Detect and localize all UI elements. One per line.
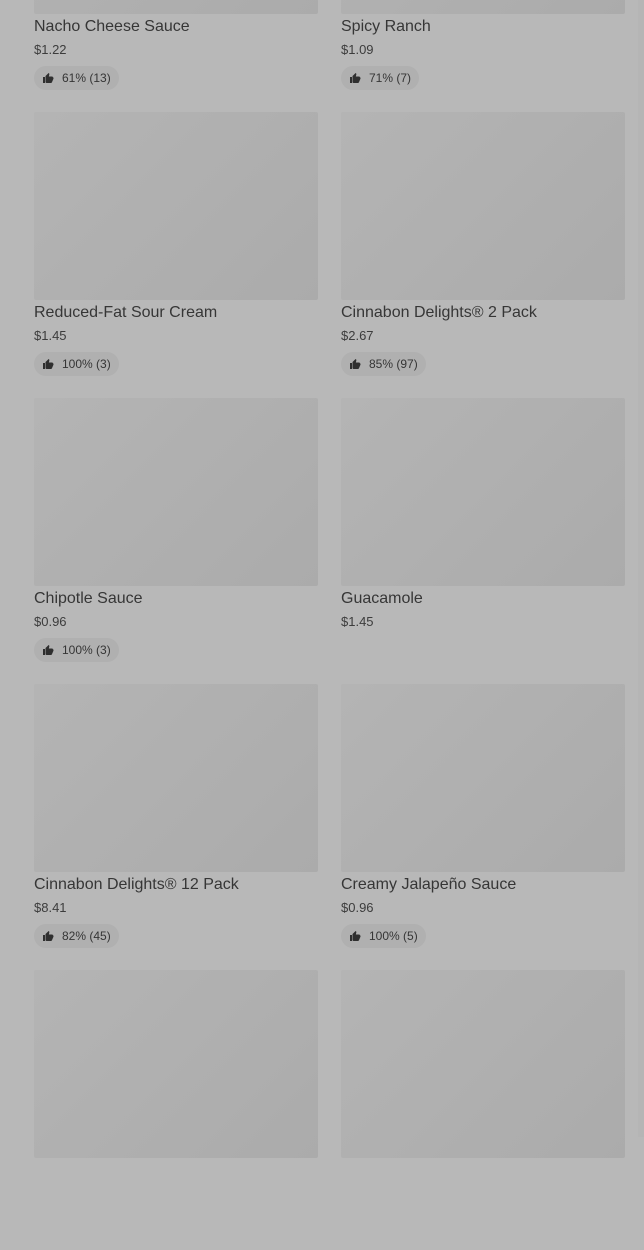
thumbs-up-icon	[42, 72, 54, 84]
product-card[interactable]: Chipotle Sauce $0.96 100% (3)	[34, 398, 318, 678]
product-image[interactable]	[34, 0, 318, 14]
product-card[interactable]	[341, 970, 625, 1250]
scrollbar-track[interactable]	[638, 0, 644, 1137]
product-image[interactable]	[34, 112, 318, 300]
rating-badge: 82% (45)	[34, 924, 119, 948]
rating-text: 85% (97)	[369, 357, 418, 371]
rating-text: 82% (45)	[62, 929, 111, 943]
product-price: $1.45	[341, 614, 374, 629]
product-card[interactable]: Reduced-Fat Sour Cream $1.45 100% (3)	[34, 112, 318, 392]
product-price: $1.45	[34, 328, 67, 343]
product-title[interactable]: Cinnabon Delights® 2 Pack	[341, 303, 537, 323]
product-title[interactable]: Cinnabon Delights® 12 Pack	[34, 875, 239, 895]
product-title[interactable]: Chipotle Sauce	[34, 589, 143, 609]
rating-text: 100% (3)	[62, 643, 111, 657]
product-title[interactable]: Nacho Cheese Sauce	[34, 17, 190, 37]
product-card[interactable]: Creamy Jalapeño Sauce $0.96 100% (5)	[341, 684, 625, 964]
product-title[interactable]: Reduced-Fat Sour Cream	[34, 303, 217, 323]
thumbs-up-icon	[349, 72, 361, 84]
product-card[interactable]: Cinnabon Delights® 12 Pack $8.41 82% (45)	[34, 684, 318, 964]
rating-badge: 100% (3)	[34, 352, 119, 376]
product-image[interactable]	[341, 970, 625, 1158]
thumbs-up-icon	[42, 930, 54, 942]
product-price: $8.41	[34, 900, 67, 915]
product-card[interactable]	[34, 970, 318, 1250]
rating-text: 100% (5)	[369, 929, 418, 943]
rating-text: 71% (7)	[369, 71, 412, 85]
product-card[interactable]: Guacamole $1.45	[341, 398, 625, 678]
rating-badge: 85% (97)	[341, 352, 426, 376]
product-price: $2.67	[341, 328, 374, 343]
product-image[interactable]	[341, 398, 625, 586]
rating-badge: 71% (7)	[341, 66, 420, 90]
thumbs-up-icon	[42, 358, 54, 370]
rating-text: 100% (3)	[62, 357, 111, 371]
product-price: $0.96	[341, 900, 374, 915]
product-price: $1.22	[34, 42, 67, 57]
product-title[interactable]: Spicy Ranch	[341, 17, 431, 37]
rating-badge: 100% (5)	[341, 924, 426, 948]
product-card[interactable]: Nacho Cheese Sauce $1.22 61% (13)	[34, 0, 318, 106]
rating-text: 61% (13)	[62, 71, 111, 85]
product-card[interactable]: Cinnabon Delights® 2 Pack $2.67 85% (97)	[341, 112, 625, 392]
rating-badge: 61% (13)	[34, 66, 119, 90]
thumbs-up-icon	[349, 358, 361, 370]
rating-badge: 100% (3)	[34, 638, 119, 662]
product-image[interactable]	[341, 112, 625, 300]
product-image[interactable]	[341, 684, 625, 872]
product-image[interactable]	[34, 970, 318, 1158]
product-image[interactable]	[34, 398, 318, 586]
thumbs-up-icon	[349, 930, 361, 942]
product-card[interactable]: Spicy Ranch $1.09 71% (7)	[341, 0, 625, 106]
product-grid: Nacho Cheese Sauce $1.22 61% (13) Spicy Ran…	[0, 0, 644, 1158]
product-price: $0.96	[34, 614, 67, 629]
product-image[interactable]	[34, 684, 318, 872]
thumbs-up-icon	[42, 644, 54, 656]
product-image[interactable]	[341, 0, 625, 14]
product-title[interactable]: Creamy Jalapeño Sauce	[341, 875, 516, 895]
product-price: $1.09	[341, 42, 374, 57]
product-title[interactable]: Guacamole	[341, 589, 423, 609]
